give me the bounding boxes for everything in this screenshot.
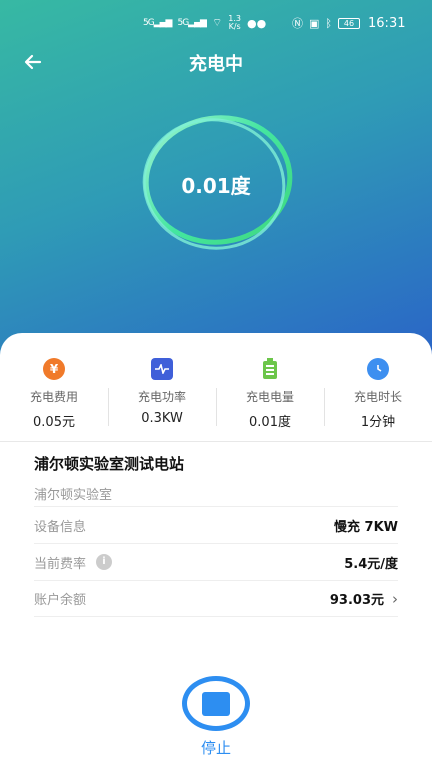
current-rate-row: 当前费率 i 5.4元/度 (34, 543, 398, 580)
station-name: 浦尔顿实验室测试电站 (34, 455, 185, 473)
charge-progress-ring: 0.01度 (128, 102, 304, 262)
page-title: 充电中 (189, 54, 243, 75)
charged-energy-value: 0.01度 (181, 174, 251, 198)
stop-button[interactable] (182, 676, 250, 731)
bluetooth-icon: ᛒ (325, 16, 333, 30)
stat-charge-energy: 充电电量 0.01度 (216, 358, 324, 430)
wechat-icon: ●● (247, 16, 267, 30)
wifi-icon: ⌔ (211, 16, 223, 29)
chevron-right-icon: › (392, 589, 398, 608)
sim2-signal-icon: 5G▂▄▆ (177, 18, 206, 28)
stop-icon (202, 691, 230, 716)
mute-icon: ▣ (309, 16, 320, 30)
station-info: 浦尔顿实验室测试电站 浦尔顿实验室 (34, 453, 398, 503)
net-speed: 1.3 K/s (228, 14, 242, 31)
battery-icon (259, 358, 281, 380)
clock-icon (367, 358, 389, 380)
battery-icon: 46 (338, 17, 361, 29)
clock-time: 16:31 (368, 15, 406, 31)
stats-row: ¥ 充电费用 0.05元 充电功率 0.3KW 充电电量 0.01度 充电时长 … (0, 358, 432, 438)
divider (0, 441, 432, 442)
sim1-signal-icon: 5G▂▄▆ (143, 18, 172, 28)
status-bar: 5G▂▄▆ 5G▂▄▆ ⌔ 1.3 K/s ●● Ⓝ ▣ ᛒ 46 16:31 (0, 12, 432, 34)
station-subtitle: 浦尔顿实验室 (34, 488, 113, 503)
yuan-icon: ¥ (43, 358, 65, 380)
nfc-icon: Ⓝ (292, 17, 303, 30)
info-icon[interactable]: i (96, 554, 113, 570)
device-info-row: 设备信息 慢充 7KW (34, 506, 398, 543)
stat-charge-duration: 充电时长 1分钟 (324, 358, 432, 430)
power-wave-icon (151, 358, 173, 380)
account-balance-row[interactable]: 账户余额 93.03元 › (34, 580, 398, 617)
stat-charge-fee: ¥ 充电费用 0.05元 (0, 358, 108, 430)
stop-label[interactable]: 停止 (0, 737, 432, 758)
stat-charge-power: 充电功率 0.3KW (108, 358, 216, 426)
